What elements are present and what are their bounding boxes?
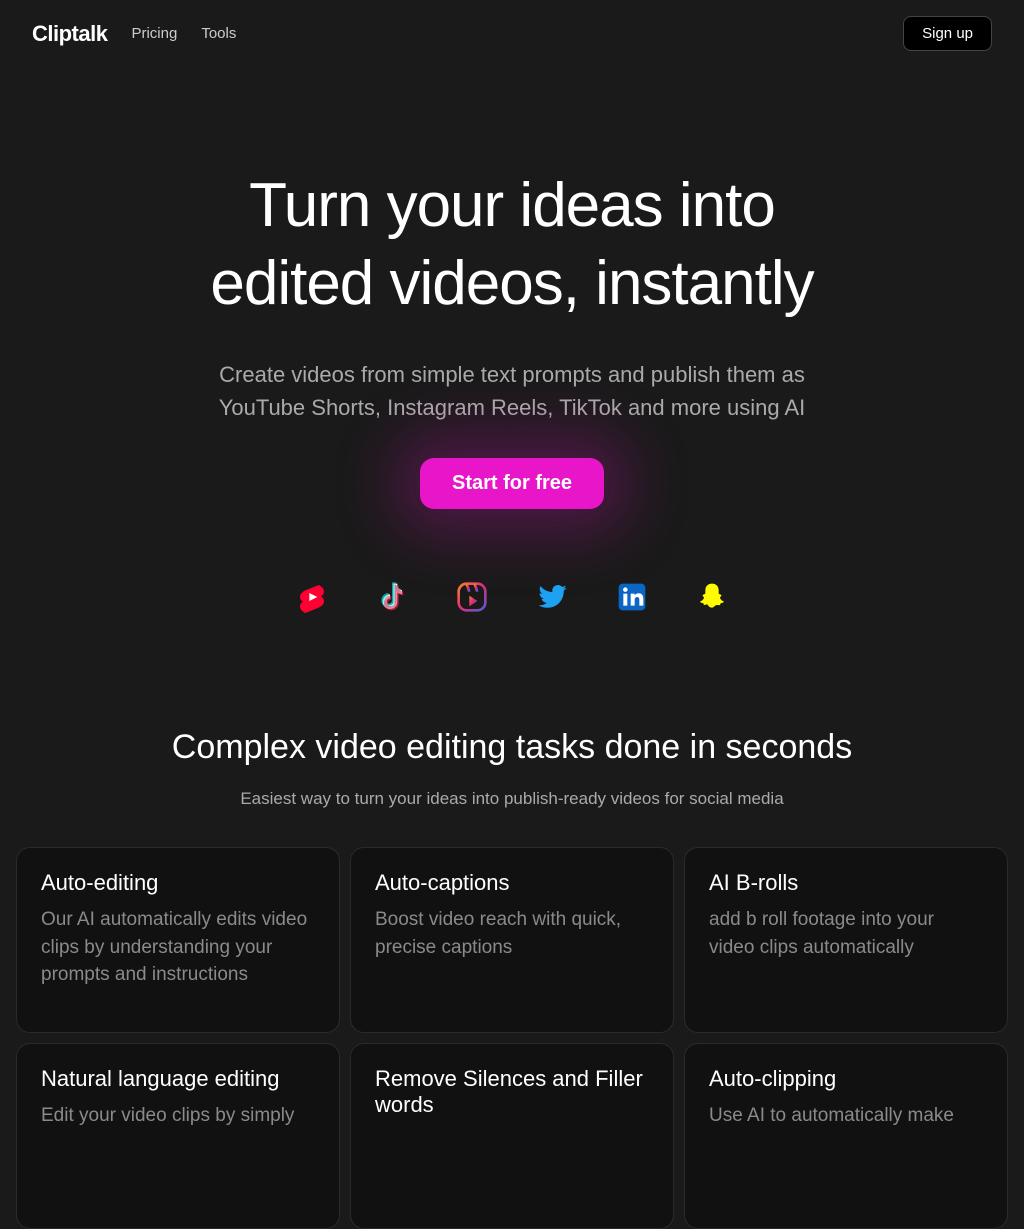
card-body: Edit your video clips by simply: [41, 1102, 315, 1130]
tiktok-icon: [376, 581, 408, 618]
hero-title-line2: edited videos, instantly: [210, 249, 813, 318]
hero-title-line1: Turn your ideas into: [249, 171, 775, 240]
feature-card: Auto-captions Boost video reach with qui…: [350, 847, 674, 1033]
card-body: add b roll footage into your video clips…: [709, 906, 983, 961]
snapchat-icon: [696, 581, 728, 618]
card-title: Remove Silences and Filler words: [375, 1066, 649, 1118]
card-title: Auto-editing: [41, 870, 315, 896]
feature-card: Auto-editing Our AI automatically edits …: [16, 847, 340, 1033]
section-subtitle: Easiest way to turn your ideas into publ…: [32, 789, 992, 809]
nav-pricing[interactable]: Pricing: [131, 25, 177, 42]
feature-card: Remove Silences and Filler words: [350, 1043, 674, 1229]
card-title: AI B-rolls: [709, 870, 983, 896]
card-body: Our AI automatically edits video clips b…: [41, 906, 315, 989]
youtube-shorts-icon: [296, 581, 328, 618]
signup-button[interactable]: Sign up: [903, 16, 992, 51]
instagram-reels-icon: [456, 581, 488, 618]
hero: Turn your ideas into edited videos, inst…: [0, 67, 1024, 618]
card-body: Use AI to automatically make: [709, 1102, 983, 1130]
feature-card: Natural language editing Edit your video…: [16, 1043, 340, 1229]
card-title: Natural language editing: [41, 1066, 315, 1092]
hero-sub-line1: Create videos from simple text prompts a…: [219, 362, 805, 387]
start-for-free-button[interactable]: Start for free: [420, 458, 604, 509]
section-title: Complex video editing tasks done in seco…: [32, 728, 992, 767]
hero-title: Turn your ideas into edited videos, inst…: [0, 167, 1024, 322]
features-section: Complex video editing tasks done in seco…: [0, 728, 1024, 809]
card-body: Boost video reach with quick, precise ca…: [375, 906, 649, 961]
hero-subtitle: Create videos from simple text prompts a…: [0, 358, 1024, 424]
header: Cliptalk Pricing Tools Sign up: [0, 0, 1024, 67]
card-title: Auto-clipping: [709, 1066, 983, 1092]
feature-card: Auto-clipping Use AI to automatically ma…: [684, 1043, 1008, 1229]
linkedin-icon: [616, 581, 648, 618]
feature-cards: Auto-editing Our AI automatically edits …: [16, 847, 1008, 1229]
social-icons-row: [0, 581, 1024, 618]
nav-tools[interactable]: Tools: [201, 25, 236, 42]
twitter-icon: [536, 581, 568, 618]
hero-sub-line2: YouTube Shorts, Instagram Reels, TikTok …: [219, 395, 806, 420]
feature-card: AI B-rolls add b roll footage into your …: [684, 847, 1008, 1033]
logo[interactable]: Cliptalk: [32, 21, 107, 47]
card-title: Auto-captions: [375, 870, 649, 896]
